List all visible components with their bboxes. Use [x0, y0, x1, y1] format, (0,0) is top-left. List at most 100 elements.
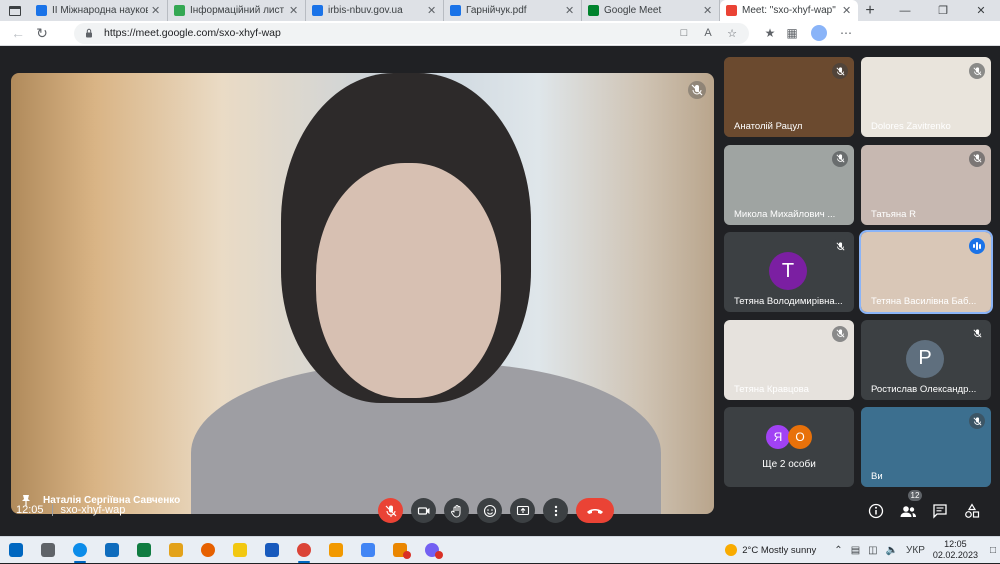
more-participants-label: Ще 2 особи — [762, 459, 816, 470]
taskbar-edge-icon[interactable] — [64, 537, 96, 564]
window-menu-icon[interactable] — [0, 0, 30, 21]
bookmark-star-icon[interactable]: ☆ — [725, 27, 739, 40]
browser-tab[interactable]: Інформаційний лист 17-02✕ — [168, 0, 306, 21]
reactions-button[interactable] — [477, 498, 502, 523]
more-options-button[interactable] — [543, 498, 568, 523]
taskbar-task-view-icon[interactable] — [32, 537, 64, 564]
browser-tab[interactable]: Google Meet ✕ — [582, 0, 720, 21]
address-bar-row: ← ↻ https://meet.google.com/sxo-xhyf-wap… — [0, 21, 1000, 46]
participant-name: Анатолій Рацул — [734, 121, 803, 132]
close-window-icon[interactable]: ✕ — [962, 0, 1000, 21]
browser-tab[interactable]: Meet: "sxo-xhyf-wap" ✕ — [720, 0, 858, 21]
participant-tile[interactable]: Анатолій Рацул — [724, 57, 854, 137]
mic-off-icon — [969, 325, 985, 342]
tab-favicon-icon — [588, 5, 599, 16]
tab-title: Meet: "sxo-xhyf-wap" — [742, 5, 836, 16]
favorites-icon[interactable]: ★ — [759, 26, 781, 40]
tab-title: Гарнійчук.pdf — [466, 5, 527, 16]
browser-tab[interactable]: irbis-nbuv.gov.ua ✕ — [306, 0, 444, 21]
taskbar-start-icon[interactable] — [0, 537, 32, 564]
participant-name: Татьяна R — [871, 208, 916, 220]
taskbar-mail-icon[interactable] — [96, 537, 128, 564]
taskbar-viber-icon[interactable] — [416, 537, 448, 564]
close-tab-icon[interactable]: ✕ — [565, 4, 575, 17]
toggle-camera-button[interactable] — [411, 498, 436, 523]
mic-off-icon — [969, 413, 985, 429]
taskbar-store-icon[interactable] — [160, 537, 192, 564]
url-text: https://meet.google.com/sxo-xhyf-wap — [104, 27, 281, 39]
read-aloud-icon[interactable]: A — [701, 27, 715, 39]
new-tab-button[interactable]: + — [858, 0, 882, 21]
notifications-icon[interactable]: □ — [990, 545, 996, 556]
mic-off-icon — [688, 81, 706, 99]
chevron-up-icon[interactable]: ⌃ — [834, 545, 842, 556]
back-icon[interactable]: ← — [6, 21, 30, 45]
raise-hand-button[interactable] — [444, 498, 469, 523]
participant-tile[interactable]: Dolores Zavitrenko — [861, 57, 991, 137]
collections-icon[interactable]: ▦ — [781, 26, 803, 40]
taskbar-firefox-icon[interactable] — [192, 537, 224, 564]
weather-text: 2°C Mostly sunny — [742, 544, 817, 556]
taskbar-excel-icon[interactable] — [128, 537, 160, 564]
meet-tray-icon[interactable]: ▤ — [851, 545, 860, 556]
close-tab-icon[interactable]: ✕ — [842, 4, 852, 17]
system-clock[interactable]: 12:05 02.02.2023 — [933, 539, 978, 561]
tab-title: Google Meet — [604, 5, 662, 16]
participant-tile[interactable]: Татьяна R — [861, 144, 991, 225]
mic-off-icon — [832, 150, 848, 167]
participant-tile[interactable]: Тетяна Кравцова — [724, 319, 854, 400]
taskbar-app-notify-icon[interactable] — [384, 537, 416, 564]
close-tab-icon[interactable]: ✕ — [289, 4, 299, 17]
participant-tile[interactable]: Ви — [861, 407, 991, 487]
camera-blocked-icon[interactable]: □ — [677, 27, 691, 39]
tab-favicon-icon — [36, 5, 47, 16]
side-controls: 12 — [866, 490, 982, 523]
participant-name: Микола Михайлович ... — [734, 208, 836, 220]
close-tab-icon[interactable]: ✕ — [703, 4, 713, 17]
browser-tab[interactable]: II Міжнародна наукова конф✕ — [30, 0, 168, 21]
leave-call-button[interactable] — [576, 498, 614, 523]
profile-avatar[interactable] — [811, 25, 827, 41]
people-button[interactable]: 12 — [898, 490, 922, 523]
volume-icon[interactable]: 🔈 — [886, 545, 898, 556]
participants-count-badge: 12 — [908, 490, 922, 501]
activities-button[interactable] — [962, 498, 982, 523]
more-participants-tile[interactable]: Я O Ще 2 особи — [724, 407, 854, 487]
language-indicator[interactable]: УКР — [906, 545, 925, 556]
meeting-code: sxo-xhyf-wap — [60, 504, 126, 516]
activities-icon — [965, 502, 980, 518]
mic-off-icon — [832, 238, 848, 254]
present-icon — [516, 505, 529, 515]
chat-button[interactable] — [930, 498, 950, 523]
more-options-icon[interactable]: ⋯ — [835, 26, 857, 40]
participant-tile[interactable]: T Тетяна Володимирівна... — [724, 232, 854, 312]
close-tab-icon[interactable]: ✕ — [151, 4, 161, 17]
browser-tab[interactable]: Гарнійчук.pdf ✕ — [444, 0, 582, 21]
taskbar-chrome-icon[interactable] — [288, 537, 320, 564]
taskbar-app-orange-icon[interactable] — [320, 537, 352, 564]
taskbar-app-blue-icon[interactable] — [352, 537, 384, 564]
restore-icon[interactable]: ❐ — [924, 0, 962, 21]
toggle-mic-button[interactable] — [378, 498, 403, 523]
meeting-time: 12:05 — [16, 504, 44, 516]
clock-date: 02.02.2023 — [932, 550, 978, 560]
participant-tile[interactable]: Микола Михайлович ... — [724, 144, 854, 225]
mic-off-icon — [832, 63, 848, 79]
omnibox[interactable]: https://meet.google.com/sxo-xhyf-wap □ A… — [74, 22, 749, 44]
taskbar-explorer-icon[interactable] — [224, 537, 256, 564]
reload-icon[interactable]: ↻ — [30, 21, 54, 45]
participant-avatar: Я — [766, 425, 790, 449]
participant-name: Тетяна Володимирівна... — [734, 296, 843, 307]
minimize-icon[interactable]: — — [886, 0, 924, 21]
present-screen-button[interactable] — [510, 498, 535, 523]
main-speaker-tile[interactable]: Наталія Сергіївна Савченко — [11, 73, 714, 514]
meeting-details-button[interactable] — [866, 498, 886, 523]
taskbar-word-icon[interactable] — [256, 537, 288, 564]
participant-tile[interactable]: Тетяна Василівна Баб... — [859, 230, 993, 314]
sun-icon — [725, 544, 738, 556]
participant-tile[interactable]: P Ростислав Олександр... — [861, 319, 991, 400]
network-icon[interactable]: ◫ — [868, 545, 877, 556]
hand-icon — [450, 504, 460, 518]
weather-widget[interactable]: 2°C Mostly sunny — [725, 544, 816, 556]
close-tab-icon[interactable]: ✕ — [427, 4, 437, 17]
